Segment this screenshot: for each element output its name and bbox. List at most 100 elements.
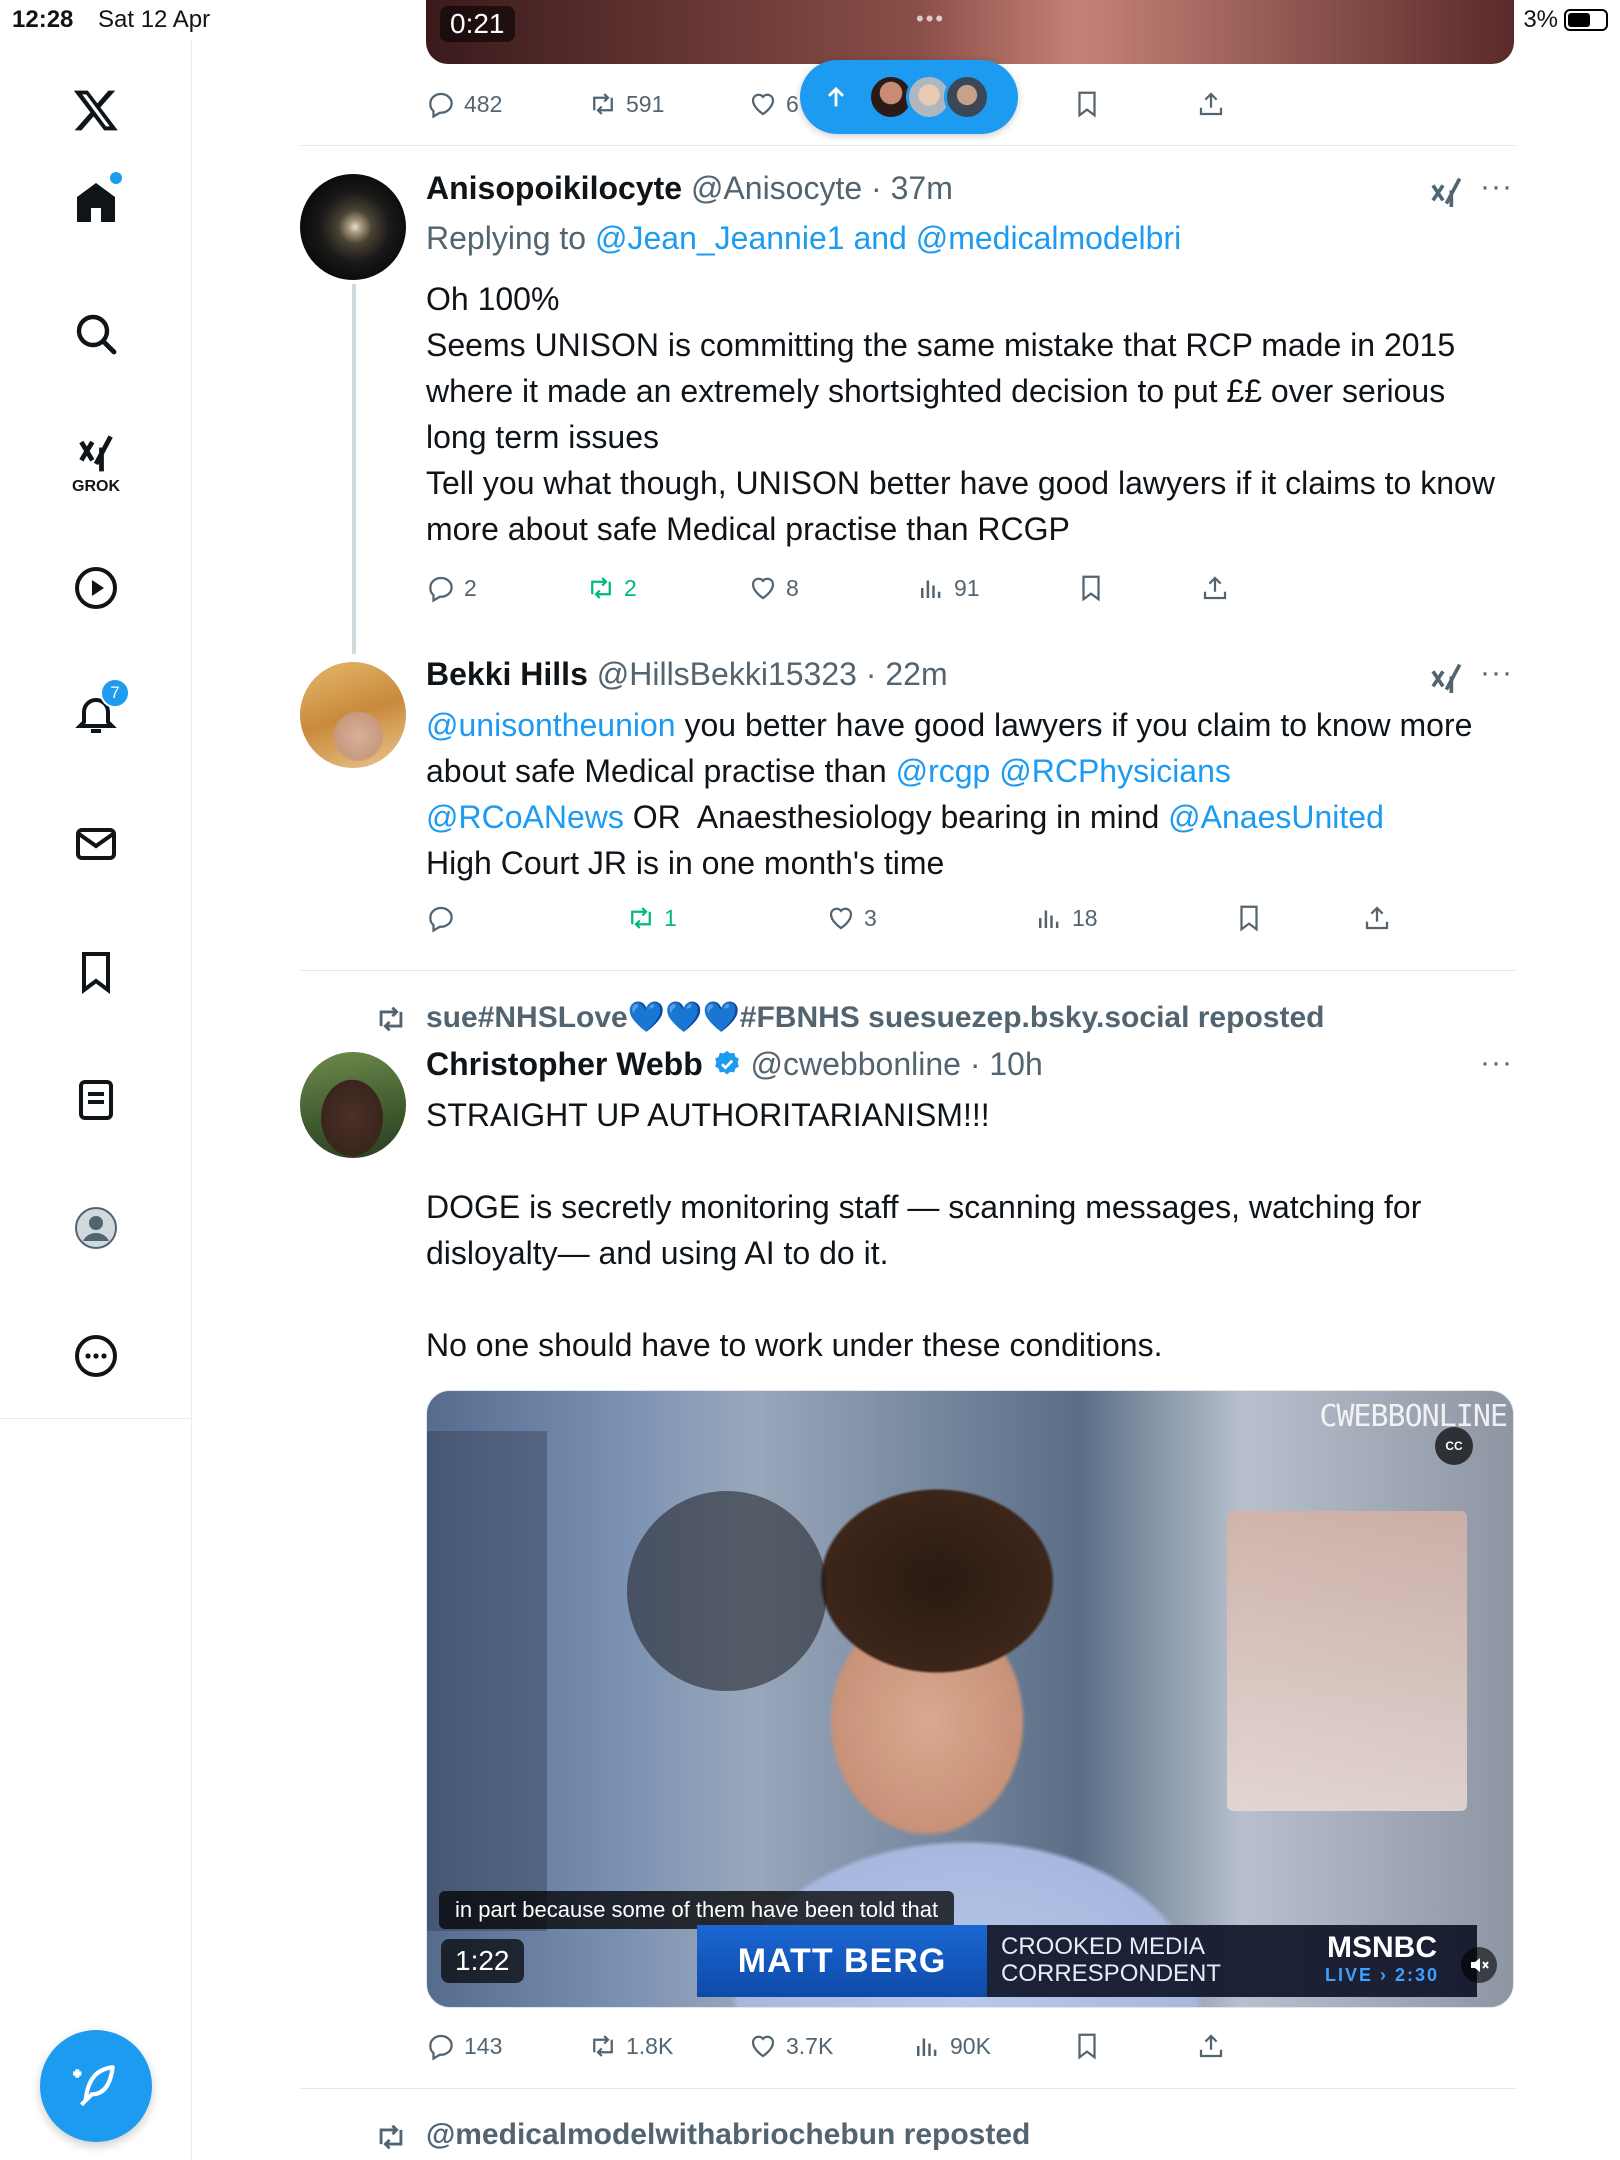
reply-button[interactable] xyxy=(426,896,464,940)
bookmark-button[interactable] xyxy=(1072,82,1102,126)
nav-messages[interactable] xyxy=(56,804,136,884)
repost-button[interactable]: 591 xyxy=(588,82,664,126)
avatar xyxy=(944,74,990,120)
share-button[interactable] xyxy=(1196,2024,1226,2068)
nav-grok[interactable]: GROK xyxy=(56,420,136,500)
bookmark-button[interactable] xyxy=(1076,566,1106,610)
views-chart-icon xyxy=(1039,910,1059,928)
display-name[interactable]: Anisopoikilocyte xyxy=(426,170,682,206)
mention-link[interactable]: @AnaesUnited xyxy=(1168,799,1384,835)
lower-third-title-line: CORRESPONDENT xyxy=(1001,1960,1222,1987)
live-indicator: LIVE › 2:30 xyxy=(1324,1965,1440,1985)
tweet-header: Bekki Hills @HillsBekki15323 · 22m xyxy=(426,656,948,693)
reposted-by[interactable]: @medicalmodelwithabriochebun reposted xyxy=(426,2118,1030,2152)
video-player[interactable]: 0:21 ••• xyxy=(426,0,1514,64)
share-button[interactable] xyxy=(1196,82,1226,126)
reposted-by[interactable]: sue#NHSLove💙💙💙#FBNHS suesuezep.bsky.soci… xyxy=(426,1000,1324,1035)
views-button[interactable]: 91 xyxy=(916,566,980,610)
x-logo-icon[interactable] xyxy=(56,70,136,150)
mention-link[interactable]: @rcgp xyxy=(896,753,991,789)
repost-button[interactable]: 1 xyxy=(626,896,677,940)
mute-icon[interactable] xyxy=(1461,1947,1497,1983)
more-options-icon[interactable]: ··· xyxy=(1480,656,1513,690)
avatar[interactable] xyxy=(300,1052,406,1158)
new-posts-pill[interactable] xyxy=(800,60,1018,134)
heart-icon xyxy=(751,93,775,116)
bookmark-button[interactable] xyxy=(1072,2024,1102,2068)
mention-link[interactable]: @Jean_Jeannie1 xyxy=(595,220,845,256)
share-button[interactable] xyxy=(1200,566,1230,610)
mention-link[interactable]: @RCPhysicians xyxy=(999,753,1231,789)
more-options-icon[interactable]: ··· xyxy=(1480,170,1513,204)
network-name: MSNBC xyxy=(1327,1931,1437,1964)
tweet-time[interactable]: · 37m xyxy=(871,170,953,206)
tweet-header: Anisopoikilocyte @Anisocyte · 37m xyxy=(426,170,953,207)
more-options-icon[interactable]: ··· xyxy=(1480,1046,1513,1080)
bookmark-button[interactable] xyxy=(1234,896,1264,940)
mention-link[interactable]: @unisontheunion xyxy=(426,707,676,743)
sidebar-divider xyxy=(0,1418,192,1419)
like-count: 8 xyxy=(786,574,799,601)
nav-notifications[interactable]: 7 xyxy=(56,674,136,754)
nav-more[interactable] xyxy=(56,1316,136,1396)
avatar[interactable] xyxy=(300,662,406,768)
repost-button[interactable]: 2 xyxy=(586,566,637,610)
like-button[interactable]: 3 xyxy=(826,896,877,940)
background-panel xyxy=(427,1431,547,1931)
like-button[interactable]: 6 xyxy=(748,82,799,126)
user-handle[interactable]: @HillsBekki15323 xyxy=(597,656,857,692)
grok-icon[interactable] xyxy=(1428,172,1468,212)
reply-icon xyxy=(429,2034,453,2061)
lower-third-title-line: CROOKED MEDIA xyxy=(1001,1933,1206,1960)
bookmark-icon xyxy=(1240,905,1258,932)
tweet-actions: 1 3 18 xyxy=(426,896,1514,940)
reply-button[interactable]: 2 xyxy=(426,566,477,610)
tweet-text-segment: OR Anaesthesiology bearing in mind xyxy=(623,799,1169,835)
tweet-time[interactable]: · 22m xyxy=(866,656,948,692)
reply-button[interactable]: 143 xyxy=(426,2024,502,2068)
mention-link[interactable]: @medicalmodelbri xyxy=(916,220,1181,256)
repost-button[interactable]: 1.8K xyxy=(588,2024,673,2068)
grok-icon[interactable] xyxy=(1428,658,1468,698)
share-button[interactable] xyxy=(1362,896,1392,940)
sidebar: GROK 7 xyxy=(0,40,192,2160)
share-icon xyxy=(1199,92,1223,116)
mention-link[interactable]: @RCoANews xyxy=(426,799,624,835)
search-icon xyxy=(76,314,117,355)
profile-icon xyxy=(75,1207,117,1249)
grok-label: GROK xyxy=(72,478,120,495)
user-handle[interactable]: @Anisocyte xyxy=(691,170,862,206)
user-handle[interactable]: @cwebbonline xyxy=(751,1046,961,1082)
views-button[interactable]: 90K xyxy=(912,2024,991,2068)
compose-button[interactable] xyxy=(40,2030,152,2142)
display-name[interactable]: Christopher Webb xyxy=(426,1046,703,1082)
avatar[interactable] xyxy=(300,174,406,280)
video-player[interactable]: CWEBBONLINE CC in part because some of t… xyxy=(426,1390,1514,2008)
tweet-time[interactable]: · 10h xyxy=(970,1046,1043,1082)
tweet-actions: 143 1.8K 3.7K 90K xyxy=(426,2024,1514,2068)
nav-home[interactable] xyxy=(56,162,136,242)
nav-explore[interactable] xyxy=(56,294,136,374)
home-unread-dot xyxy=(110,172,122,184)
nav-lists[interactable] xyxy=(56,1060,136,1140)
reply-button[interactable]: 482 xyxy=(426,82,502,126)
views-chart-icon xyxy=(921,580,941,598)
repost-icon xyxy=(593,93,613,115)
view-count: 18 xyxy=(1072,904,1098,931)
tweet-header: Christopher Webb @cwebbonline · 10h xyxy=(426,1046,1043,1083)
home-icon xyxy=(77,183,115,222)
views-button[interactable]: 18 xyxy=(1034,896,1098,940)
more-circle-icon xyxy=(75,1335,117,1377)
share-icon xyxy=(1199,2034,1223,2058)
nav-video[interactable] xyxy=(56,548,136,628)
nav-bookmarks[interactable] xyxy=(56,932,136,1012)
repost-icon xyxy=(379,1006,403,1032)
closed-captions-icon[interactable]: CC xyxy=(1435,1427,1473,1465)
like-button[interactable]: 8 xyxy=(748,566,799,610)
repost-icon xyxy=(379,2124,403,2150)
nav-profile[interactable] xyxy=(56,1188,136,1268)
heart-icon xyxy=(751,577,775,600)
like-count: 3.7K xyxy=(786,2032,834,2059)
like-button[interactable]: 3.7K xyxy=(748,2024,833,2068)
display-name[interactable]: Bekki Hills xyxy=(426,656,588,692)
